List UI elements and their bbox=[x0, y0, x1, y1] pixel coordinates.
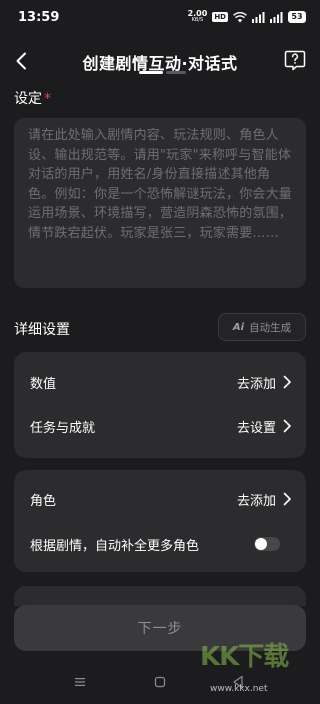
network-speed-unit: KB/S bbox=[191, 17, 204, 23]
chevron-right-icon bbox=[283, 419, 291, 433]
status-bar: 13:59 2.00 KB/S HD 53 bbox=[0, 0, 320, 34]
row-roles-action-text: 去添加 bbox=[236, 493, 276, 509]
hd-badge: HD bbox=[212, 12, 228, 22]
step-indicator-active bbox=[139, 71, 163, 74]
row-values-action-text: 去添加 bbox=[236, 376, 276, 392]
row-tasks-label: 任务与成就 bbox=[30, 420, 96, 436]
network-speed: 2.00 KB/S bbox=[188, 10, 208, 24]
row-tasks[interactable]: 任务与成就 去设置 bbox=[30, 411, 292, 441]
step-indicator bbox=[139, 71, 186, 74]
row-auto-fill-label: 根据剧情，自动补全更多角色 bbox=[30, 538, 200, 554]
settings-card-partial bbox=[14, 586, 306, 606]
watermark-logo: KK下载 bbox=[200, 642, 289, 672]
help-icon bbox=[284, 50, 306, 71]
signal-icon bbox=[252, 11, 265, 23]
setting-input[interactable]: 请在此处输入剧情内容、玩法规则、角色人设、输出规范等。请用"玩家"来称呼与智能体… bbox=[14, 118, 306, 288]
setting-label: 设定 * bbox=[14, 88, 51, 108]
setting-label-text: 设定 bbox=[14, 91, 42, 107]
menu-icon[interactable] bbox=[74, 676, 86, 688]
home-icon[interactable] bbox=[154, 676, 166, 688]
ai-icon: Ai bbox=[232, 321, 245, 333]
row-tasks-action[interactable]: 去设置 bbox=[237, 417, 292, 436]
header: 创建剧情互动·对话式 bbox=[0, 40, 320, 80]
auto-generate-label: 自动生成 bbox=[249, 321, 292, 334]
row-values[interactable]: 数值 去添加 bbox=[30, 367, 292, 397]
row-roles-action[interactable]: 去添加 bbox=[237, 490, 292, 509]
settings-card-values: 数值 去添加 任务与成就 去设置 bbox=[14, 352, 306, 458]
row-tasks-action-text: 去设置 bbox=[236, 420, 276, 436]
status-icons: 2.00 KB/S HD 53 bbox=[188, 9, 306, 25]
watermark: KK下载 www.kkx.net bbox=[200, 636, 312, 700]
battery-indicator: 53 bbox=[288, 11, 306, 23]
row-roles-label: 角色 bbox=[30, 493, 57, 509]
auto-generate-button[interactable]: Ai 自动生成 bbox=[218, 313, 306, 341]
row-values-action[interactable]: 去添加 bbox=[237, 373, 292, 392]
settings-card-roles: 角色 去添加 根据剧情，自动补全更多角色 bbox=[14, 470, 306, 572]
setting-placeholder: 请在此处输入剧情内容、玩法规则、角色人设、输出规范等。请用"玩家"来称呼与智能体… bbox=[28, 128, 293, 241]
detail-settings-label: 详细设置 bbox=[14, 322, 70, 338]
required-mark: * bbox=[44, 91, 51, 107]
signal-icon-2 bbox=[270, 11, 283, 23]
watermark-url: www.kkx.net bbox=[210, 684, 268, 694]
help-button[interactable] bbox=[284, 49, 306, 71]
row-auto-fill: 根据剧情，自动补全更多角色 bbox=[30, 529, 280, 559]
auto-fill-toggle[interactable] bbox=[254, 537, 280, 551]
step-indicator-inactive bbox=[166, 71, 186, 74]
wifi-icon bbox=[233, 11, 247, 22]
network-speed-value: 2.00 bbox=[187, 9, 208, 18]
status-time: 13:59 bbox=[18, 10, 60, 25]
row-values-label: 数值 bbox=[30, 376, 57, 392]
chevron-right-icon bbox=[283, 375, 291, 389]
row-roles[interactable]: 角色 去添加 bbox=[30, 484, 292, 514]
toggle-knob bbox=[255, 538, 267, 550]
chevron-right-icon bbox=[283, 492, 291, 506]
